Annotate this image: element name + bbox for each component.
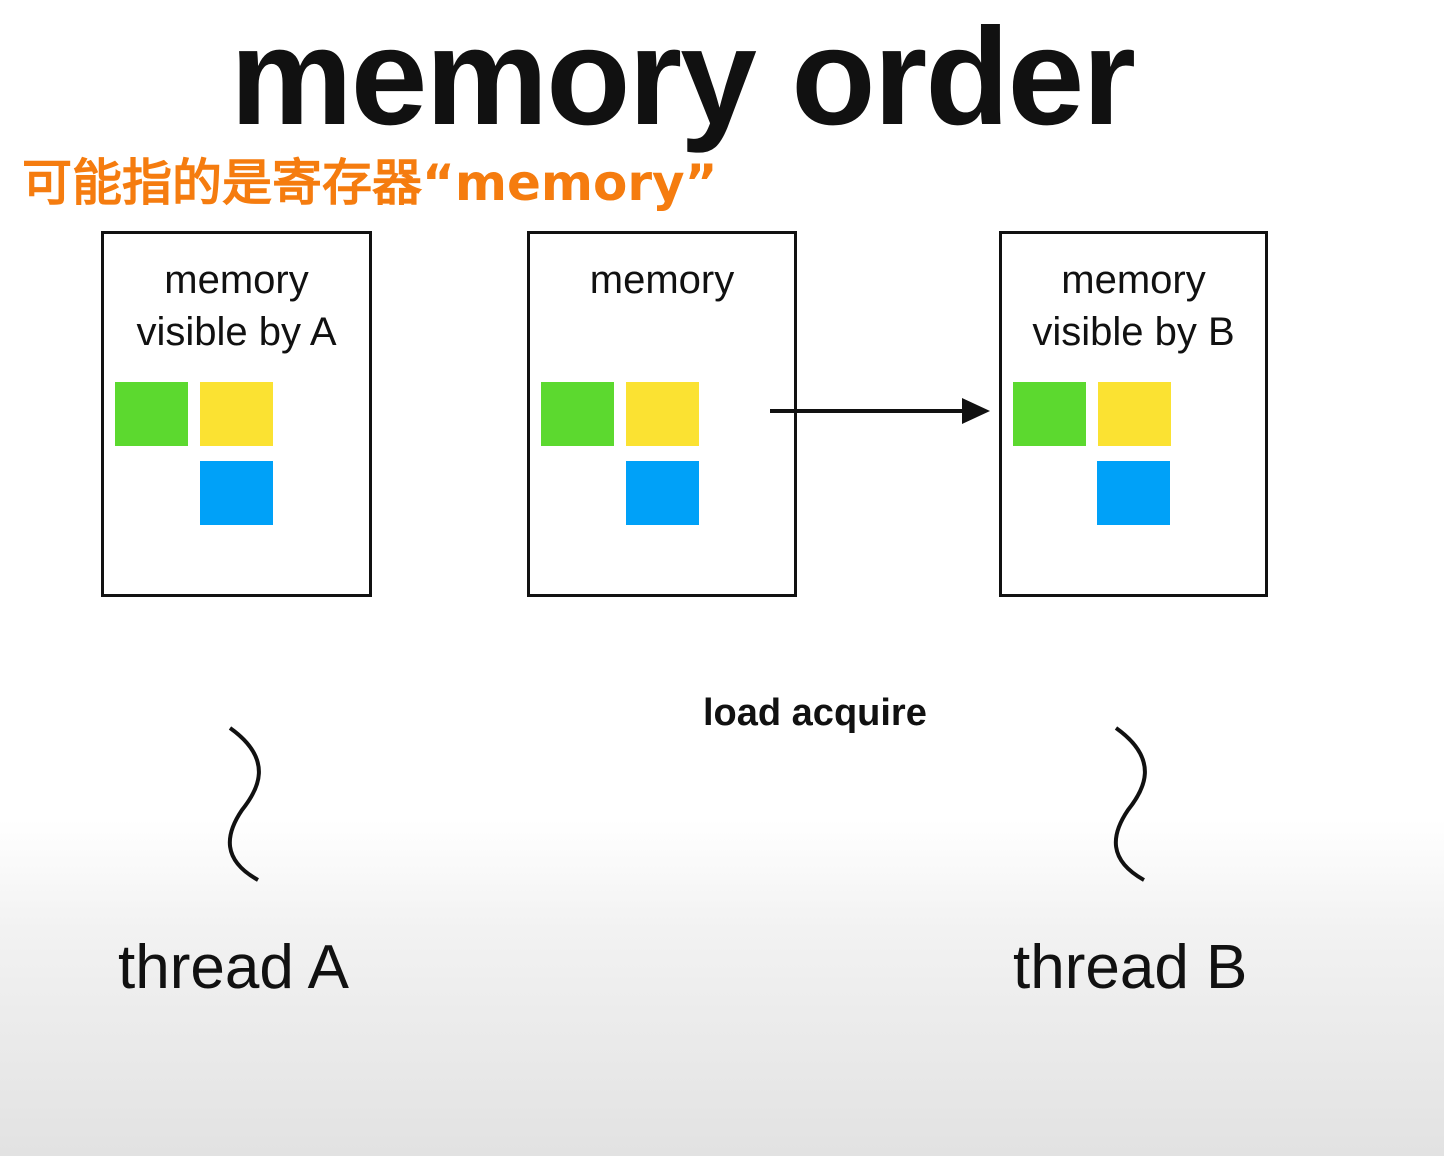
thread-b-label: thread B [1013,933,1248,1002]
thread-a-label: thread A [118,933,349,1002]
load-acquire-label: load acquire [703,692,927,734]
thread-a-squiggle [227,726,261,882]
thread-b-squiggle [1113,726,1147,882]
arrow-right-icon [770,398,990,424]
